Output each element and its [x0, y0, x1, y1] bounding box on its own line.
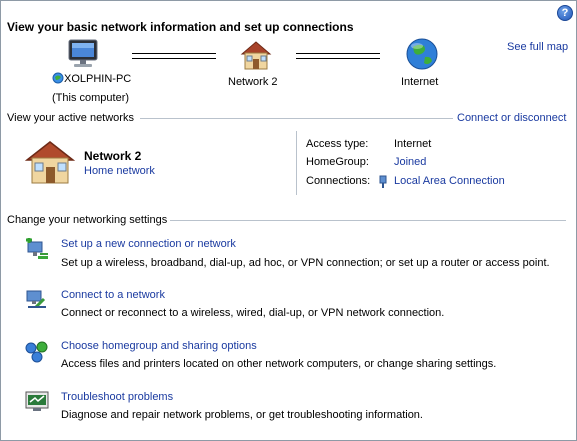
- network-type-link[interactable]: Home network: [84, 165, 155, 177]
- network-map-label: Network 2: [228, 76, 278, 88]
- connect-network-icon: [24, 289, 50, 316]
- help-icon: ?: [561, 7, 569, 19]
- help-button[interactable]: ?: [557, 5, 573, 21]
- homegroup-link[interactable]: Joined: [394, 156, 426, 168]
- house-large-icon: [24, 141, 76, 184]
- internet-node[interactable]: [405, 37, 439, 74]
- task-connect-network-desc: Connect or reconnect to a wireless, wire…: [61, 307, 445, 319]
- see-full-map-link[interactable]: See full map: [507, 41, 568, 53]
- troubleshoot-icon: [24, 390, 50, 417]
- task-setup-connection-desc: Set up a wireless, broadband, dial-up, a…: [61, 257, 550, 269]
- computer-name: XOLPHIN-PC: [64, 73, 132, 85]
- new-connection-icon: [24, 237, 50, 265]
- settings-heading: Change your networking settings: [7, 214, 168, 226]
- active-networks-heading: View your active networks: [7, 112, 134, 124]
- connect-disconnect-link[interactable]: Connect or disconnect: [457, 112, 566, 124]
- vertical-divider: [296, 131, 297, 195]
- connector-line-1: [132, 53, 216, 59]
- network-globe-small-icon: [52, 72, 64, 87]
- connections-label: Connections:: [306, 175, 371, 187]
- task-connect-network-link[interactable]: Connect to a network: [61, 289, 165, 301]
- computer-node[interactable]: [66, 38, 100, 73]
- network-node[interactable]: [239, 39, 273, 74]
- active-network-icon: [24, 138, 76, 189]
- access-type-value: Internet: [394, 138, 432, 150]
- access-type-label: Access type:: [306, 138, 369, 150]
- ethernet-icon: [378, 175, 388, 192]
- house-icon: [240, 41, 272, 70]
- connector-line-2: [296, 53, 380, 59]
- task-troubleshoot-desc: Diagnose and repair network problems, or…: [61, 409, 423, 421]
- computer-sublabel: (This computer): [52, 92, 130, 104]
- local-area-connection-link[interactable]: Local Area Connection: [394, 175, 505, 187]
- computer-icon: [68, 39, 98, 67]
- page-title: View your basic network information and …: [7, 20, 354, 34]
- homegroup-label: HomeGroup:: [306, 156, 369, 168]
- homegroup-icon: [24, 340, 50, 367]
- settings-divider: [170, 220, 566, 221]
- task-homegroup-desc: Access files and printers located on oth…: [61, 358, 497, 370]
- globe-icon: [406, 38, 438, 70]
- internet-label: Internet: [401, 76, 439, 88]
- task-troubleshoot-link[interactable]: Troubleshoot problems: [61, 391, 173, 403]
- active-network-name: Network 2: [84, 149, 142, 163]
- task-setup-connection-link[interactable]: Set up a new connection or network: [61, 238, 236, 250]
- active-networks-divider: [140, 118, 453, 119]
- task-homegroup-link[interactable]: Choose homegroup and sharing options: [61, 340, 257, 352]
